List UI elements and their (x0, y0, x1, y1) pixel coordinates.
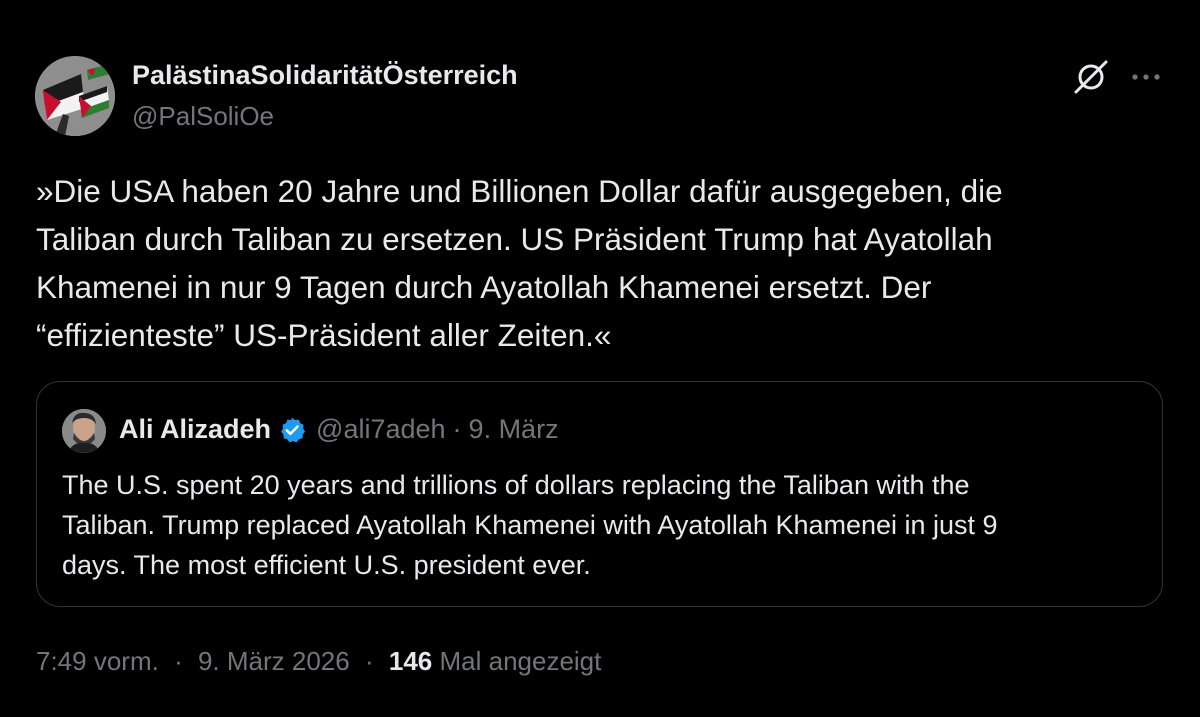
portrait-avatar-image (62, 409, 106, 453)
tweet-line: Taliban durch Taliban zu ersetzen. US Pr… (36, 221, 993, 257)
verified-badge-icon (281, 417, 306, 442)
quote-date[interactable]: 9. März (469, 414, 559, 445)
meta-separator: · (364, 646, 374, 676)
tweet-line: “effizienteste” US-Präsident aller Zeite… (36, 317, 612, 353)
quote-header: Ali Alizadeh @ali7adeh · 9. März (119, 414, 559, 445)
grok-slash-icon[interactable] (1072, 58, 1110, 96)
tweet-text: »Die USA haben 20 Jahre und Billionen Do… (36, 167, 1166, 359)
views-label: Mal angezeigt (439, 646, 602, 676)
meta-separator: · (174, 646, 183, 676)
quote-text: The U.S. spent 20 years and trillions of… (62, 465, 1142, 585)
tweet-time[interactable]: 7:49 vorm. (36, 646, 159, 676)
quote-author-handle[interactable]: @ali7adeh (316, 414, 446, 445)
quoted-tweet[interactable]: Ali Alizadeh @ali7adeh · 9. März The U.S… (36, 381, 1163, 607)
author-name[interactable]: PalästinaSolidaritätÖsterreich (132, 60, 518, 91)
flag-avatar-image (35, 56, 115, 136)
quote-line: days. The most efficient U.S. president … (62, 550, 591, 580)
views-count: 146 (388, 646, 433, 676)
tweet-date[interactable]: 9. März 2026 (198, 646, 350, 676)
quote-line: Taliban. Trump replaced Ayatollah Khamen… (62, 510, 998, 540)
tweet: PalästinaSolidaritätÖsterreich @PalSoliO… (0, 0, 1200, 717)
tweet-line: »Die USA haben 20 Jahre und Billionen Do… (36, 173, 1003, 209)
tweet-meta: 7:49 vorm. · 9. März 2026 · 146 Mal ange… (36, 646, 601, 677)
quote-line: The U.S. spent 20 years and trillions of… (62, 470, 970, 500)
more-dots-icon[interactable] (1128, 62, 1164, 92)
author-avatar[interactable] (35, 56, 115, 136)
author-handle[interactable]: @PalSoliOe (132, 101, 274, 132)
quote-author-avatar[interactable] (62, 409, 106, 453)
quote-author-name[interactable]: Ali Alizadeh (119, 414, 271, 445)
tweet-line: Khamenei in nur 9 Tagen durch Ayatollah … (36, 269, 932, 305)
quote-separator: · (452, 414, 462, 444)
